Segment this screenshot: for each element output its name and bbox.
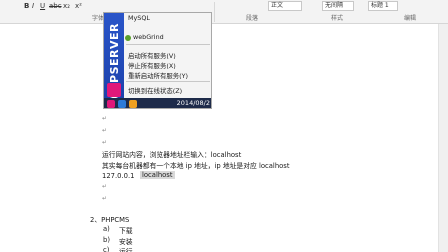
style-heading1[interactable]: 标题 1 xyxy=(368,1,398,11)
doc-line-localhost: 运行网站内容，浏览器地址栏输入：localhost xyxy=(102,151,242,159)
style-normal[interactable]: 正文 xyxy=(268,1,302,11)
webgrind-icon xyxy=(125,35,131,41)
list-item-phpcms: 2、PHPCMS xyxy=(90,216,130,224)
sub-item-install: 安装 xyxy=(119,238,133,246)
sub-item-a-label: a) xyxy=(103,225,110,233)
menu-item-stop-all: 停止所有服务(X) xyxy=(128,62,176,70)
ribbon: B I U abc x₂ x² 字体 正文 无间隔 标题 1 段落 样式 编辑 xyxy=(0,0,448,24)
taskbar-app-icon xyxy=(118,100,126,108)
sub-item-c-label: c) xyxy=(103,246,110,252)
doc-ip-address: 127.0.0.1 xyxy=(102,172,135,180)
editing-group-label: 编辑 xyxy=(404,15,417,22)
paragraph-mark: ↵ xyxy=(102,115,108,122)
style-no-spacing[interactable]: 无间隔 xyxy=(322,1,354,11)
paragraph-mark: ↵ xyxy=(102,183,108,190)
paragraph-group-label: 段落 xyxy=(246,15,259,22)
styles-group-label: 样式 xyxy=(331,15,344,22)
sub-item-run: 运行 xyxy=(119,248,133,252)
menu-divider xyxy=(126,81,210,82)
paragraph-mark: ↵ xyxy=(102,139,108,146)
superscript-button[interactable]: x² xyxy=(75,0,82,12)
paragraph-mark: ↵ xyxy=(102,195,108,202)
doc-localhost-highlight: localhost xyxy=(140,171,175,179)
subscript-button[interactable]: x₂ xyxy=(63,0,70,12)
wampserver-logo-icon xyxy=(107,83,121,97)
left-margin xyxy=(0,24,86,252)
menu-item-restart-all: 重新启动所有服务(Y) xyxy=(128,72,189,80)
menu-divider xyxy=(126,44,210,45)
taskbar-app-icon xyxy=(129,100,137,108)
paragraph-mark: ↵ xyxy=(102,127,108,134)
taskbar-clock: 2014/08/2 xyxy=(176,99,210,107)
group-separator xyxy=(214,2,215,22)
menu-item-online: 切换到在线状态(Z) xyxy=(128,87,183,95)
doc-line-ip: 其实每台机器都有一个本地 ip 地址，ip 地址是对应 localhost xyxy=(102,162,290,170)
bold-button[interactable]: B xyxy=(24,0,29,12)
embedded-screenshot[interactable]: WAMPSERVER MySQL webGrind 启动所有服务(V) 停止所有… xyxy=(103,12,212,109)
menu-item-start-all: 启动所有服务(V) xyxy=(128,52,176,60)
underline-button[interactable]: U xyxy=(40,0,45,12)
sub-item-b-label: b) xyxy=(103,236,110,244)
strikethrough-button[interactable]: abc xyxy=(49,0,62,12)
wampserver-sidebar: WAMPSERVER xyxy=(104,13,124,108)
taskbar-app-icon xyxy=(107,100,115,108)
menu-item-webgrind: webGrind xyxy=(133,33,164,41)
vertical-scrollbar[interactable] xyxy=(438,24,448,252)
menu-item-mysql: MySQL xyxy=(128,14,150,22)
taskbar: 2014/08/2 xyxy=(104,98,211,108)
italic-button[interactable]: I xyxy=(32,0,34,12)
sub-item-download: 下载 xyxy=(119,227,133,235)
